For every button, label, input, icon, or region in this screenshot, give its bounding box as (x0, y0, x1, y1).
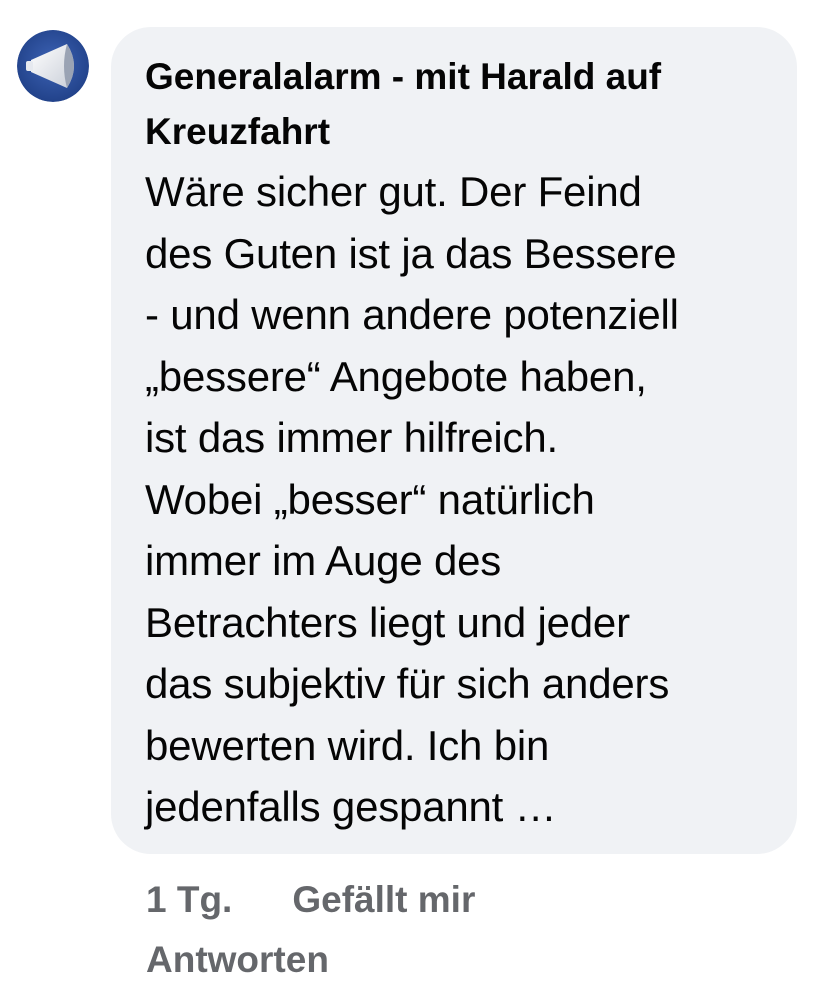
comment-timestamp[interactable]: 1 Tg. (146, 870, 232, 930)
comment-actions: 1 Tg. Gefällt mir Antworten (146, 870, 646, 990)
like-button[interactable]: Gefällt mir (292, 870, 475, 930)
comment-bubble: Generalalarm - mit Harald auf Kreuzfahrt… (111, 27, 797, 854)
comment-text: Wäre sicher gut. Der Feind des Guten ist… (145, 168, 679, 830)
avatar[interactable] (17, 30, 89, 102)
megaphone-logo-icon (17, 30, 89, 102)
comment-author[interactable]: Generalalarm - mit Harald auf Kreuzfahrt (145, 49, 767, 159)
reply-button[interactable]: Antworten (146, 930, 329, 990)
